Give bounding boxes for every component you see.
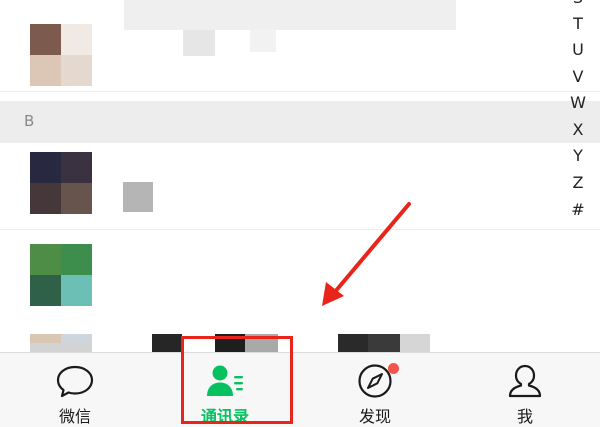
- pointer-arrow-icon: [322, 202, 411, 306]
